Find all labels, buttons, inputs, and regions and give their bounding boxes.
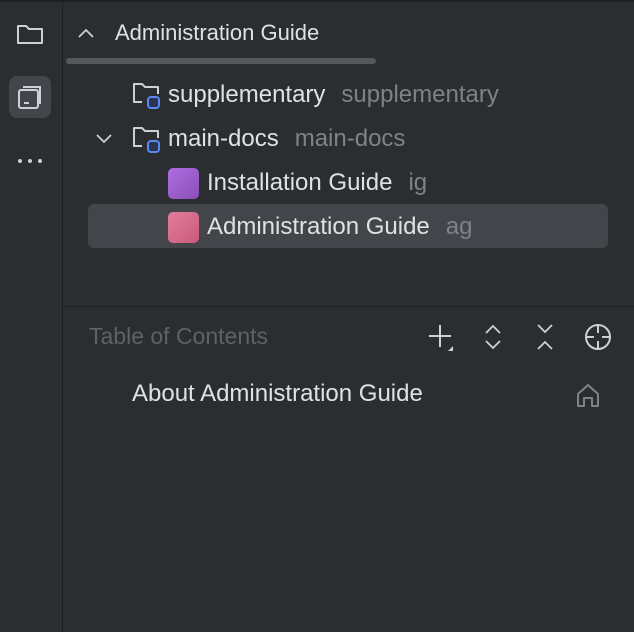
project-folder-icon[interactable] xyxy=(9,13,51,55)
documents-structure-icon[interactable] xyxy=(9,76,51,118)
tree-item-sub: main-docs xyxy=(294,125,406,152)
module-folder-icon xyxy=(133,127,160,153)
tree-item-label: Administration Guide xyxy=(207,213,430,240)
panel-divider[interactable] xyxy=(64,306,634,307)
tool-window-strip xyxy=(0,0,63,632)
collapse-chevron-icon[interactable] xyxy=(76,26,96,45)
module-folder-icon xyxy=(133,83,160,109)
toc-item[interactable]: About Administration Guide xyxy=(132,380,423,408)
top-border xyxy=(0,0,634,2)
tree-item-sub: ig xyxy=(408,169,428,196)
tree-item-supplementary[interactable]: supplementary supplementary xyxy=(132,73,499,117)
instance-icon xyxy=(168,167,199,199)
expand-chevron-icon[interactable] xyxy=(94,132,114,151)
expand-all-button[interactable] xyxy=(476,320,510,354)
instance-icon xyxy=(168,211,199,243)
horizontal-scrollbar[interactable] xyxy=(66,58,376,64)
locate-button[interactable] xyxy=(581,320,615,354)
tree-item-main-docs[interactable]: main-docs main-docs xyxy=(132,117,405,161)
tree-item-administration-guide[interactable]: Administration Guide ag xyxy=(168,205,472,249)
collapse-all-button[interactable] xyxy=(528,320,562,354)
add-topic-button[interactable] xyxy=(424,320,458,354)
header-title[interactable]: Administration Guide xyxy=(115,20,319,46)
tree-item-label: Installation Guide xyxy=(207,169,393,196)
tree-item-label: main-docs xyxy=(168,125,279,152)
more-icon[interactable] xyxy=(9,140,51,182)
tree-item-sub: supplementary xyxy=(341,81,499,108)
toc-title: Table of Contents xyxy=(89,323,269,349)
tree-item-label: supplementary xyxy=(168,81,326,108)
home-icon xyxy=(575,382,601,413)
tree-item-sub: ag xyxy=(445,213,473,240)
tree-item-installation-guide[interactable]: Installation Guide ig xyxy=(168,161,427,205)
